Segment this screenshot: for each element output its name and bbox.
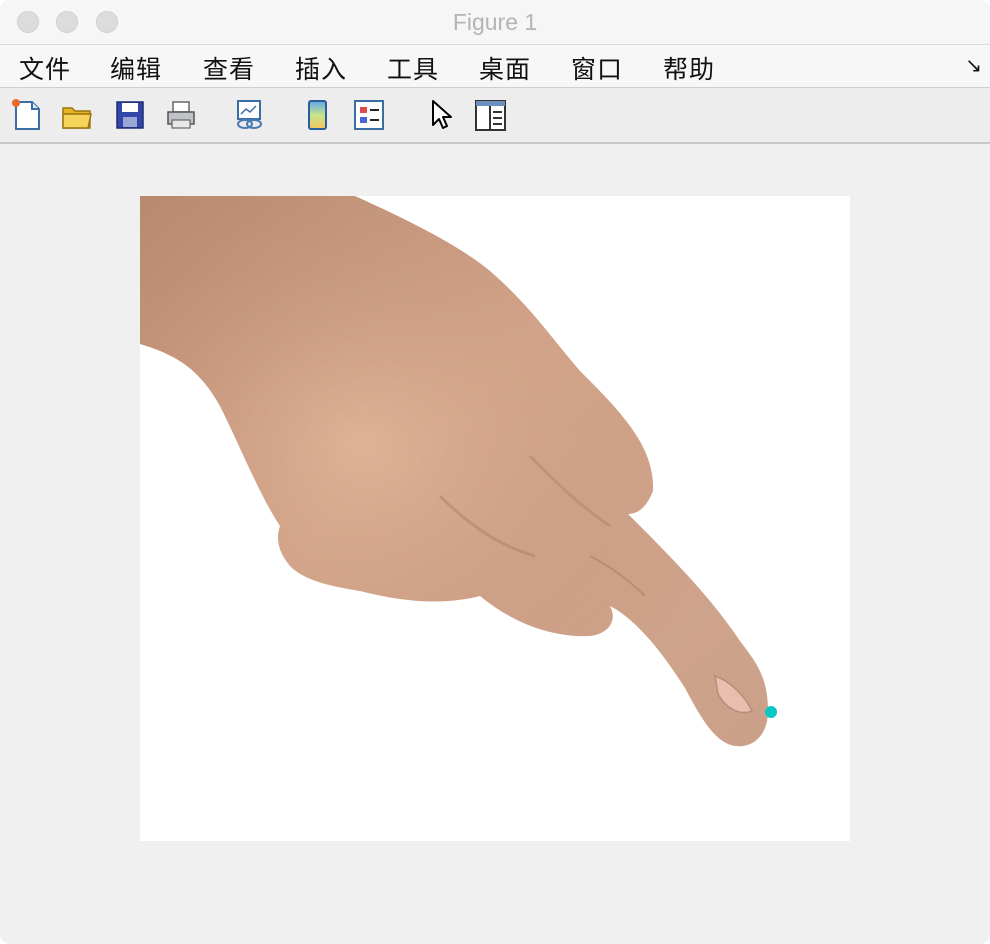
property-inspector-icon[interactable] <box>473 98 507 132</box>
menu-edit[interactable]: 编辑 <box>110 50 162 86</box>
figure-window: Figure 1 文件 编辑 查看 插入 工具 桌面 窗口 帮助 ↘ <box>0 0 990 944</box>
insert-legend-icon[interactable] <box>352 98 386 132</box>
new-figure-icon[interactable] <box>10 98 44 132</box>
tip-marker-point[interactable] <box>765 706 777 718</box>
menu-file[interactable]: 文件 <box>19 50 71 86</box>
menu-view[interactable]: 查看 <box>203 50 255 86</box>
insert-colorbar-icon[interactable] <box>301 98 335 132</box>
menu-window[interactable]: 窗口 <box>571 50 623 86</box>
menu-help[interactable]: 帮助 <box>663 50 715 86</box>
link-plot-icon[interactable] <box>233 98 267 132</box>
figure-toolbar <box>0 88 990 144</box>
hand-pointing-image <box>140 196 768 747</box>
open-folder-icon[interactable] <box>60 98 94 132</box>
dock-figure-arrow-icon[interactable]: ↘ <box>965 53 982 77</box>
menu-insert[interactable]: 插入 <box>295 50 347 86</box>
print-icon[interactable] <box>164 98 198 132</box>
save-icon[interactable] <box>113 98 147 132</box>
title-bar: Figure 1 <box>0 0 990 45</box>
menu-tools[interactable]: 工具 <box>387 50 439 86</box>
image-axes[interactable] <box>140 196 850 841</box>
menu-bar: 文件 编辑 查看 插入 工具 桌面 窗口 帮助 ↘ <box>0 45 990 88</box>
edit-plot-pointer-icon[interactable] <box>424 98 458 132</box>
window-title: Figure 1 <box>452 9 538 35</box>
menu-desktop[interactable]: 桌面 <box>479 50 531 86</box>
